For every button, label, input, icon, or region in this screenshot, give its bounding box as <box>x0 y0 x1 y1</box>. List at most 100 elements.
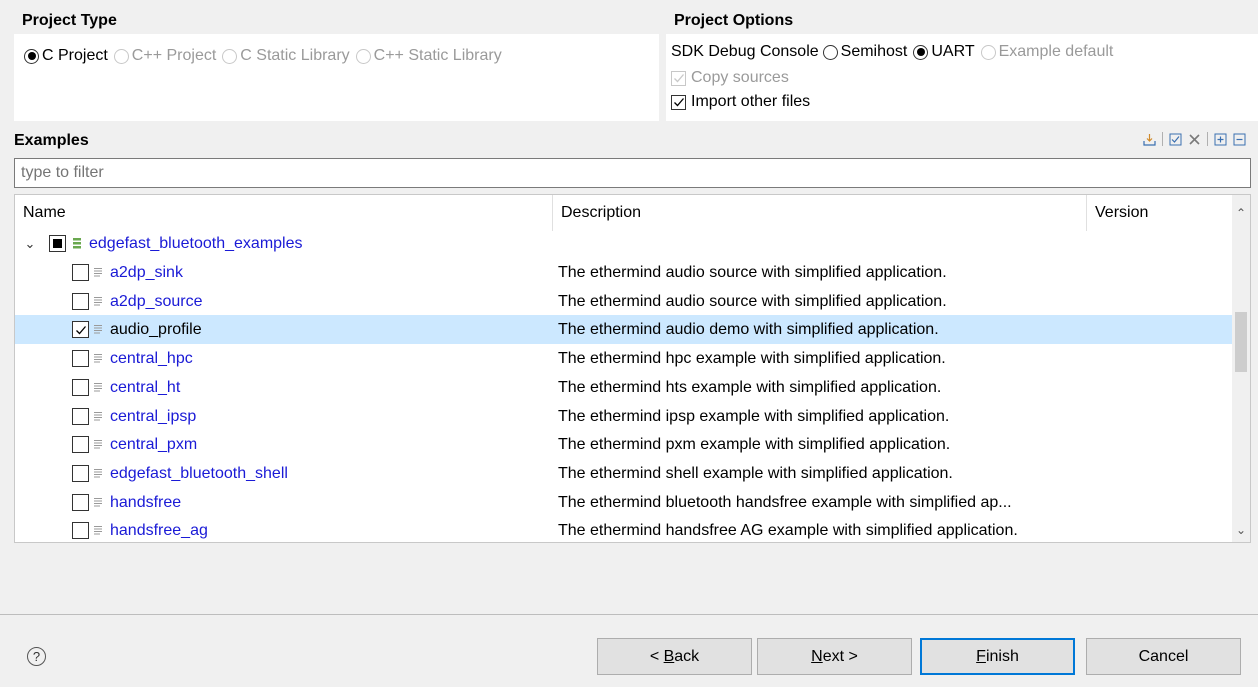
copy-sources-label: Copy sources <box>691 69 789 86</box>
example-description: The ethermind pxm example with simplifie… <box>558 436 951 454</box>
example-row[interactable]: handsfree_ag The ethermind handsfree AG e… <box>15 516 1232 542</box>
console-radio[interactable]: Example default <box>980 43 1113 61</box>
tree-group-row[interactable]: ⌄ edgefast_bluetooth_examples <box>15 229 1232 258</box>
example-name-cell: handsfree <box>72 488 181 517</box>
example-name: central_hpc <box>110 350 193 368</box>
examples-toolbar <box>1143 132 1246 146</box>
scroll-thumb[interactable] <box>1235 312 1247 372</box>
example-name: audio_profile <box>110 321 202 339</box>
column-name-header[interactable]: Name <box>15 195 552 231</box>
example-name: central_pxm <box>110 436 198 454</box>
next-label: Next > <box>811 648 858 665</box>
help-icon[interactable]: ? <box>27 647 46 666</box>
project-type-panel: Project Type C Project C++ Project C Stati… <box>14 7 659 121</box>
file-icon <box>93 524 105 537</box>
project-type-radio[interactable]: C Static Library <box>222 47 350 65</box>
example-name-cell: central_hpc <box>72 344 193 373</box>
radio-dot-icon <box>222 48 238 64</box>
example-description: The ethermind audio source with simplifi… <box>558 264 947 281</box>
example-name: edgefast_bluetooth_shell <box>110 464 288 482</box>
example-checkbox[interactable] <box>72 378 89 396</box>
example-checkbox[interactable] <box>72 464 89 482</box>
example-row[interactable]: handsfree The ethermind bluetooth handsfr… <box>15 488 1232 517</box>
cancel-button[interactable]: Cancel <box>1086 638 1241 675</box>
example-checkbox[interactable] <box>72 264 89 281</box>
console-radio-label: UART <box>931 43 975 60</box>
example-checkbox[interactable] <box>72 350 89 368</box>
project-type-radio[interactable]: C++ Static Library <box>355 47 502 65</box>
example-description: The ethermind hts example with simplifie… <box>558 378 942 396</box>
chevron-down-icon[interactable]: ⌄ <box>23 229 37 258</box>
sdk-console-label: SDK Debug Console <box>671 43 819 60</box>
example-name-cell: central_pxm <box>72 430 197 459</box>
file-icon <box>93 410 105 423</box>
sdk-console-row: SDK Debug Console Semihost UART Example de… <box>671 43 1119 61</box>
example-checkbox[interactable] <box>72 292 89 310</box>
example-row[interactable]: central_hpc The ethermind hpc example wit… <box>15 344 1232 373</box>
file-icon <box>93 496 105 509</box>
console-radio[interactable]: Semihost <box>822 43 907 61</box>
example-checkbox[interactable] <box>72 493 89 511</box>
example-row[interactable]: central_pxm The ethermind pxm example wit… <box>15 430 1232 459</box>
example-row[interactable]: edgefast_bluetooth_shell The ethermind sh… <box>15 459 1232 488</box>
console-radio-group: Semihost UART Example default <box>822 43 1120 61</box>
radio-dot-icon <box>113 48 129 64</box>
scroll-up-icon[interactable]: ⌃ <box>1232 203 1250 223</box>
group-label: edgefast_bluetooth_examples <box>89 235 303 252</box>
file-icon <box>93 467 105 480</box>
group-icon <box>72 237 84 250</box>
project-type-radio-label: C Static Library <box>240 47 350 64</box>
example-row[interactable]: central_ipsp The ethermind ipsp example w… <box>15 402 1232 431</box>
example-description: The ethermind bluetooth handsfree exampl… <box>558 493 1012 511</box>
uncheck-all-icon[interactable] <box>1188 133 1201 146</box>
example-row[interactable]: a2dp_source The ethermind audio source wi… <box>15 287 1232 316</box>
vertical-scrollbar[interactable]: ⌃ ⌄ <box>1232 195 1250 542</box>
project-type-radio-group: C Project C++ Project C Static Library C++ … <box>24 47 508 65</box>
console-radio[interactable]: UART <box>913 43 975 61</box>
finish-label: Finish <box>976 648 1019 665</box>
example-row[interactable]: a2dp_sink The ethermind audio source with… <box>15 258 1232 287</box>
example-name-cell: handsfree_ag <box>72 516 208 542</box>
example-row[interactable]: central_ht The ethermind hts example with… <box>15 373 1232 402</box>
tree-header: Name Description Version <box>15 195 1232 231</box>
import-other-files-checkbox[interactable]: Import other files <box>671 93 810 111</box>
expand-all-icon[interactable] <box>1214 133 1227 146</box>
copy-sources-checkbox[interactable]: Copy sources <box>671 69 789 87</box>
example-row[interactable]: audio_profile The ethermind audio demo wi… <box>15 315 1232 345</box>
back-button[interactable]: < Back <box>597 638 752 675</box>
next-button[interactable]: Next > <box>757 638 912 675</box>
project-type-radio-label: C Project <box>42 47 108 64</box>
example-name: a2dp_source <box>110 292 203 310</box>
group-partial-checkbox[interactable] <box>49 235 66 252</box>
example-description: The ethermind handsfree AG example with … <box>558 522 1018 540</box>
project-type-radio-label: C++ Static Library <box>373 47 502 64</box>
project-type-radio[interactable]: C++ Project <box>113 47 216 65</box>
example-description: The ethermind shell example with simplif… <box>558 464 953 482</box>
example-checkbox[interactable] <box>72 321 89 339</box>
toolbar-separator <box>1207 132 1208 146</box>
radio-dot-icon <box>355 48 371 64</box>
column-description-header[interactable]: Description <box>552 195 1086 231</box>
check-all-icon[interactable] <box>1169 133 1182 146</box>
example-checkbox[interactable] <box>72 436 89 454</box>
collapse-all-icon[interactable] <box>1233 133 1246 146</box>
example-name-cell: a2dp_source <box>72 287 203 316</box>
back-label: < Back <box>649 648 700 665</box>
cancel-label: Cancel <box>1138 648 1189 665</box>
file-icon <box>93 381 105 394</box>
radio-dot-icon <box>913 44 929 60</box>
examples-filter-input[interactable] <box>14 158 1251 188</box>
column-version-header[interactable]: Version <box>1086 195 1234 231</box>
example-checkbox[interactable] <box>72 407 89 425</box>
example-name: central_ipsp <box>110 407 197 425</box>
import-other-check-icon <box>671 94 686 110</box>
project-type-radio[interactable]: C Project <box>24 47 108 65</box>
file-icon <box>93 323 105 336</box>
toolbar-separator <box>1162 132 1163 146</box>
example-checkbox[interactable] <box>72 522 89 540</box>
example-description: The ethermind audio source with simplifi… <box>558 292 947 310</box>
finish-button[interactable]: Finish <box>920 638 1075 675</box>
scroll-down-icon[interactable]: ⌄ <box>1232 520 1250 540</box>
import-icon[interactable] <box>1143 133 1156 146</box>
example-name-cell: audio_profile <box>72 315 202 344</box>
